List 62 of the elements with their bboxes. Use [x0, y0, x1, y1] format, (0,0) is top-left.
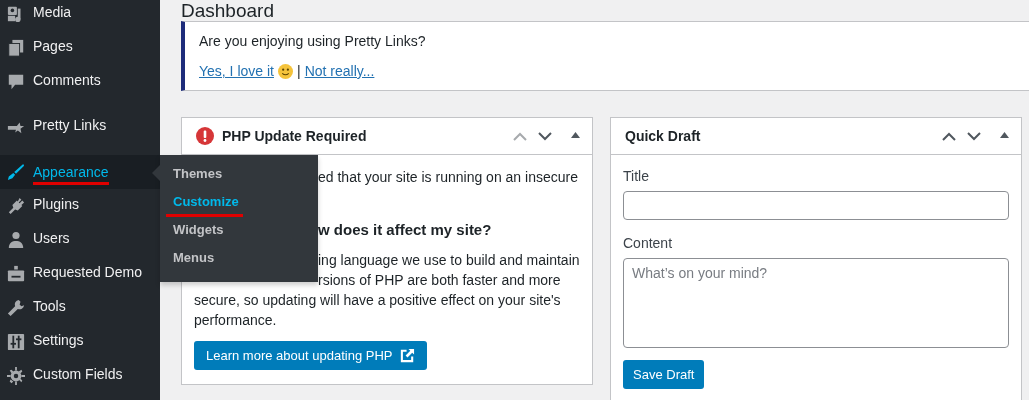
- save-draft-button[interactable]: Save Draft: [623, 360, 705, 389]
- panel-title: Quick Draft: [625, 128, 702, 144]
- notice-text: Are you enjoying using Pretty Links?: [199, 32, 427, 51]
- menu-label: Media: [33, 3, 72, 22]
- sidebar-item[interactable]: Comments: [0, 65, 160, 99]
- triangle-up-icon[interactable]: [571, 131, 580, 138]
- sidebar-item[interactable]: Media: [0, 0, 160, 31]
- error-icon: [196, 127, 214, 145]
- submenu-item[interactable]: Widgets: [160, 217, 228, 245]
- menu-label: Settings: [33, 331, 84, 350]
- body-text: secure, so updating will have a positive effect on your site's: [194, 291, 562, 310]
- menu-label: Pretty Links: [33, 116, 107, 135]
- pages-icon: [7, 39, 25, 57]
- title-input[interactable]: [623, 191, 1009, 220]
- sidebar-item[interactable]: Appearance: [0, 155, 160, 189]
- sidebar-item[interactable]: Settings: [0, 325, 160, 359]
- triangle-up-icon[interactable]: [1000, 131, 1009, 138]
- external-link-icon: [400, 348, 416, 363]
- chevron-up-icon[interactable]: [942, 131, 956, 141]
- yes-link[interactable]: Yes, I love it: [199, 61, 274, 81]
- chevron-down-icon[interactable]: [538, 131, 552, 141]
- person-icon: [7, 231, 25, 249]
- learn-more-button[interactable]: Learn more about updating PHP: [194, 341, 428, 370]
- chevron-down-icon[interactable]: [967, 131, 981, 141]
- sidebar-item[interactable]: Requested Demo: [0, 257, 160, 291]
- submenu-item[interactable]: Themes: [160, 161, 227, 189]
- separator-text: |: [297, 62, 301, 81]
- speech-bubble-icon: [7, 73, 25, 91]
- sidebar-item[interactable]: Pretty Links: [0, 110, 160, 144]
- menu-label: Custom Fields: [33, 365, 123, 384]
- body-text: ing language we use to build and maintain: [318, 251, 580, 270]
- sliders-icon: [7, 333, 25, 351]
- content-textarea[interactable]: What’s on your mind?: [623, 258, 1009, 348]
- menu-label: Tools: [33, 297, 66, 316]
- no-link[interactable]: Not really...: [304, 61, 375, 81]
- body-text: ed that your site is running on an insecure: [318, 168, 579, 187]
- sidebar-item[interactable]: Users: [0, 223, 160, 257]
- body-text: performance.: [194, 311, 278, 330]
- title-label: Title: [623, 167, 649, 185]
- sidebar-item[interactable]: Plugins: [0, 189, 160, 223]
- menu-label: Requested Demo: [33, 263, 142, 282]
- page-title: Dashboard: [181, 0, 275, 21]
- sidebar-item[interactable]: Pages: [0, 31, 160, 65]
- content-label: Content: [623, 234, 673, 252]
- panel-title: PHP Update Required: [222, 128, 368, 144]
- menu-label: Appearance: [33, 164, 109, 185]
- section-heading: w does it affect my site?: [318, 220, 493, 240]
- menu-label: Comments: [33, 71, 101, 90]
- body-text: rsions of PHP are both faster and more: [318, 271, 562, 290]
- sidebar-item[interactable]: Tools: [0, 291, 160, 325]
- menu-label: Pages: [33, 37, 73, 56]
- menu-label: Plugins: [33, 195, 79, 214]
- plug-icon: [7, 197, 25, 215]
- sidebar-item[interactable]: Custom Fields: [0, 359, 160, 393]
- wrench-icon: [7, 299, 25, 317]
- gear-icon: [7, 367, 25, 385]
- smiley-icon: [278, 63, 293, 79]
- paintbrush-icon: [7, 163, 25, 181]
- submenu-item[interactable]: Customize: [166, 189, 243, 217]
- submenu-item[interactable]: Menus: [160, 245, 219, 273]
- menu-label: Users: [33, 229, 70, 248]
- robot-icon: [7, 265, 25, 283]
